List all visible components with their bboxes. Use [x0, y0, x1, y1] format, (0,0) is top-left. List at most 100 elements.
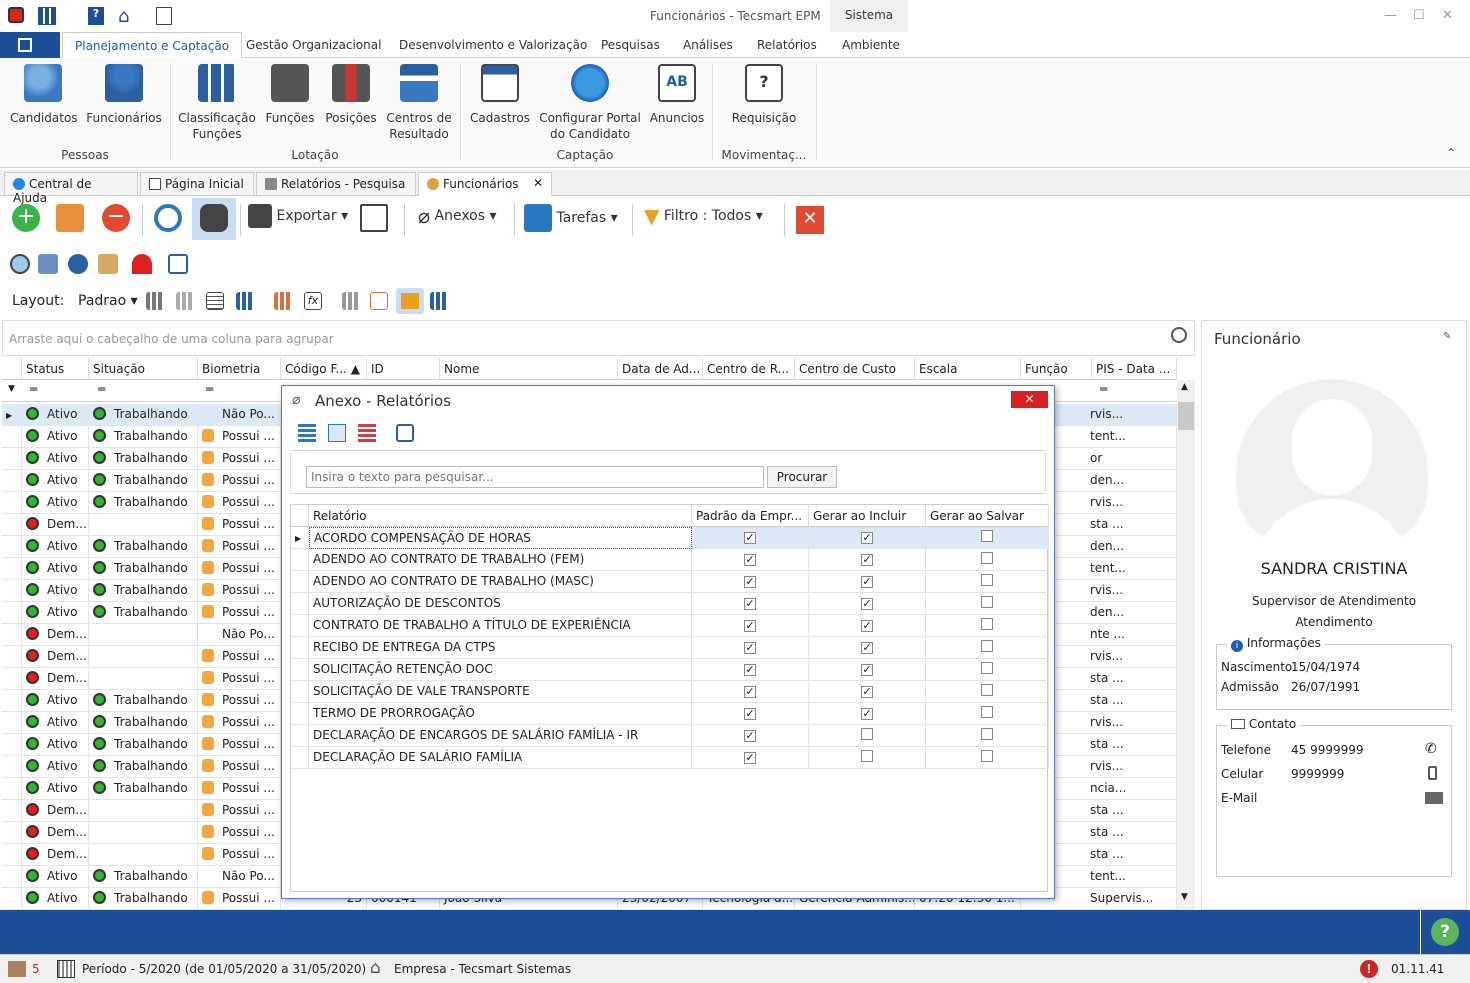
tab-pagina-inicial[interactable]: Página Inicial [140, 172, 254, 196]
band-view-button[interactable] [396, 288, 424, 314]
group-layout-icon[interactable] [274, 292, 292, 310]
filter-button[interactable]: ▼ Filtro : Todos ▾ [644, 204, 763, 236]
tab-funcionarios[interactable]: Funcionários ✕ [418, 172, 552, 196]
report-row[interactable]: DECLARAÇÃO DE SALÁRIO FAMÍLIA ✓ [291, 747, 1049, 769]
posicoes-button[interactable]: Posições [324, 62, 378, 126]
vehicle-icon[interactable] [38, 254, 58, 274]
configurar-portal-button[interactable]: Configurar Portal do Candidato [538, 62, 642, 142]
scroll-up-icon[interactable]: ▲ [1181, 382, 1188, 392]
formula-icon[interactable]: fx [304, 292, 322, 310]
checkbox[interactable] [981, 662, 993, 674]
context-tab-sistema[interactable]: Sistema [830, 0, 908, 32]
checkbox[interactable]: ✓ [744, 642, 756, 654]
maximize-button[interactable]: ☐ [1413, 8, 1425, 23]
checkbox[interactable] [981, 530, 993, 542]
checkbox[interactable]: ✓ [861, 708, 873, 720]
tab-relatorios-pesquisa[interactable]: Relatórios - Pesquisa [256, 172, 416, 196]
export-button[interactable]: Exportar ▾ [248, 204, 348, 236]
requisicao-button[interactable]: ? Requisição [726, 62, 802, 126]
table-layout-icon[interactable] [206, 292, 224, 310]
col-status[interactable]: Status [22, 358, 89, 380]
book-icon[interactable] [168, 254, 188, 274]
collapse-ribbon-icon[interactable]: ⌃ [1446, 146, 1456, 160]
col-codigo[interactable]: Código F... ▲ [281, 358, 367, 380]
add-report-icon[interactable] [298, 424, 316, 442]
tab-relatorios[interactable]: Relatórios [757, 38, 817, 52]
layout-dropdown[interactable]: Padrao ▾ [78, 293, 138, 309]
group-by-area[interactable]: Arraste aqui o cabeçalho de uma coluna p… [2, 320, 1195, 356]
report-row[interactable]: ▶ ACORDO COMPENSAÇÃO DE HORAS ✓ ✓ [291, 527, 1049, 549]
help-icon[interactable]: ? [1431, 918, 1459, 946]
col-gerar-salvar[interactable]: Gerar ao Salvar [926, 505, 1049, 527]
save-layout-icon[interactable] [146, 292, 164, 310]
checkbox[interactable]: ✓ [744, 664, 756, 676]
checkbox[interactable]: ✓ [744, 730, 756, 742]
classificacao-funcoes-button[interactable]: Classificação Funções [178, 62, 256, 142]
tab-ambiente[interactable]: Ambiente [842, 38, 900, 52]
checkbox[interactable]: ✓ [861, 554, 873, 566]
checkbox[interactable]: ✓ [861, 576, 873, 588]
col-centro-resultado[interactable]: Centro de R... [703, 358, 795, 380]
col-padrao-empresa[interactable]: Padrão da Empr... [692, 505, 809, 527]
search-icon[interactable] [1171, 327, 1187, 343]
tab-analises[interactable]: Análises [683, 38, 733, 52]
tab-planejamento[interactable]: Planejamento e Captação [62, 32, 243, 59]
report-search-input[interactable] [306, 466, 764, 488]
close-window-button[interactable]: ✕ [1442, 8, 1453, 23]
card-view-icon[interactable] [370, 292, 388, 310]
period-text[interactable]: Período - 5/2020 (de 01/05/2020 a 31/05/… [82, 962, 366, 976]
report-row[interactable]: AUTORIZAÇÃO DE DESCONTOS ✓ ✓ [291, 593, 1049, 615]
centros-resultado-button[interactable]: Centros de Resultado [385, 62, 453, 142]
checkbox[interactable]: ✓ [861, 686, 873, 698]
col-escala[interactable]: Escala [915, 358, 1021, 380]
close-tab-icon[interactable]: ✕ [533, 176, 543, 190]
columns-layout-icon[interactable] [236, 292, 254, 310]
col-relatorio[interactable]: Relatório [309, 505, 692, 527]
anuncios-button[interactable]: AB Anuncios [648, 62, 706, 126]
checkbox[interactable]: ✓ [744, 686, 756, 698]
delete-report-icon[interactable] [358, 424, 376, 442]
funcionarios-button[interactable]: Funcionários [86, 62, 162, 126]
report-row[interactable]: CONTRATO DE TRABALHO A TÍTULO DE EXPERIÊ… [291, 615, 1049, 637]
checkbox[interactable] [981, 750, 993, 762]
col-id[interactable]: ID [367, 358, 440, 380]
tab-pesquisas[interactable]: Pesquisas [601, 38, 660, 52]
checkbox[interactable]: ✓ [744, 752, 756, 764]
checkbox[interactable] [861, 750, 873, 762]
tab-gestao-organizacional[interactable]: Gestão Organizacional [246, 38, 381, 52]
checkbox[interactable]: ✓ [861, 620, 873, 632]
search-button[interactable] [192, 198, 236, 240]
print-button[interactable] [360, 204, 388, 236]
dialog-close-button[interactable]: ✕ [1011, 391, 1048, 408]
pin-icon[interactable]: ✎ [1443, 331, 1451, 342]
add-button[interactable]: + [12, 204, 40, 236]
help-icon[interactable]: ? [88, 7, 104, 25]
funcoes-button[interactable]: Funções [264, 62, 316, 126]
col-pis[interactable]: PIS - Data ... [1092, 358, 1177, 380]
col-nome[interactable]: Nome [440, 358, 618, 380]
tab-central-ajuda[interactable]: Central de Ajuda [4, 172, 138, 205]
checkbox[interactable] [981, 640, 993, 652]
delete-button[interactable]: − [102, 204, 130, 236]
tab-desenvolvimento[interactable]: Desenvolvimento e Valorização [399, 38, 587, 52]
attachments-button[interactable]: ⌀ Anexos ▾ [418, 204, 497, 236]
tile-view-icon[interactable] [430, 292, 448, 310]
checkbox[interactable]: ✓ [861, 642, 873, 654]
col-centro-custo[interactable]: Centro de Custo [795, 358, 915, 380]
checkbox[interactable]: ✓ [861, 532, 873, 544]
cadastros-button[interactable]: Cadastros [468, 62, 532, 126]
report-row[interactable]: ADENDO AO CONTRATO DE TRABALHO (FEM) ✓ ✓ [291, 549, 1049, 571]
checkbox[interactable]: ✓ [861, 664, 873, 676]
checkbox[interactable] [981, 728, 993, 740]
home-icon[interactable]: ⌂ [118, 6, 129, 27]
file-menu-button[interactable] [0, 32, 60, 58]
checkbox[interactable]: ✓ [861, 598, 873, 610]
candidatos-button[interactable]: Candidatos [10, 62, 78, 126]
checkbox[interactable] [981, 684, 993, 696]
grid-view-icon[interactable] [342, 292, 360, 310]
checkbox[interactable] [981, 596, 993, 608]
col-funcao[interactable]: Função [1021, 358, 1092, 380]
checkbox[interactable]: ✓ [744, 576, 756, 588]
user-settings-icon[interactable] [68, 254, 88, 274]
checkbox[interactable]: ✓ [744, 554, 756, 566]
